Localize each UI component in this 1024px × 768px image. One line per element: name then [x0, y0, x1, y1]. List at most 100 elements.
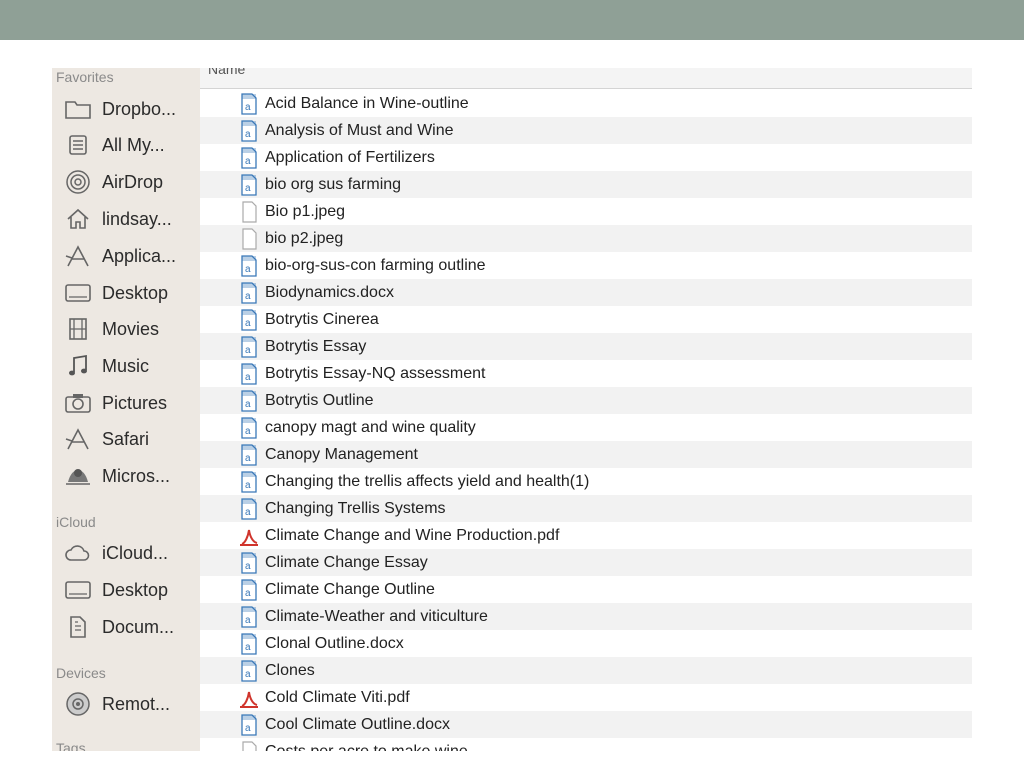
file-row[interactable]: a Botrytis Cinerea [200, 306, 972, 333]
file-row[interactable]: a Botrytis Outline [200, 387, 972, 414]
file-row[interactable]: Cold Climate Viti.pdf [200, 684, 972, 711]
svg-text:a: a [245, 426, 251, 437]
sidebar-item-icloud-0[interactable]: iCloud... [62, 538, 198, 568]
file-name: Biodynamics.docx [265, 283, 394, 301]
svg-text:a: a [245, 345, 251, 356]
document-file-icon: a [238, 605, 260, 628]
sidebar-item-favorites-1[interactable]: All My... [62, 130, 198, 160]
svg-text:a: a [245, 399, 251, 410]
folder-icon [62, 96, 94, 122]
sidebar-item-favorites-7[interactable]: Music [62, 351, 198, 381]
svg-text:a: a [245, 615, 251, 626]
sidebar-item-devices-0[interactable]: Remot... [62, 689, 198, 719]
file-row[interactable]: a Analysis of Must and Wine [200, 117, 972, 144]
file-row[interactable]: a Climate-Weather and viticulture [200, 603, 972, 630]
sidebar-item-label: Pictures [102, 392, 168, 413]
file-row[interactable]: a Canopy Management [200, 441, 972, 468]
microsoft-icon [62, 463, 94, 489]
file-row[interactable]: a Clonal Outline.docx [200, 630, 972, 657]
svg-text:a: a [245, 507, 251, 518]
document-file-icon: a [238, 551, 260, 574]
svg-text:a: a [245, 156, 251, 167]
document-file-icon: a [238, 173, 260, 196]
file-name: Climate-Weather and viticulture [265, 607, 488, 625]
movies-icon [62, 316, 94, 342]
file-row[interactable]: a canopy magt and wine quality [200, 414, 972, 441]
sidebar-item-label: Applica... [102, 245, 177, 266]
file-row[interactable]: a Clones [200, 657, 972, 684]
sidebar-item-favorites-6[interactable]: Movies [62, 314, 198, 344]
airdrop-icon [62, 169, 94, 195]
file-name: Climate Change and Wine Production.pdf [265, 526, 560, 544]
document-file-icon: a [238, 335, 260, 358]
file-name: Botrytis Essay-NQ assessment [265, 364, 486, 382]
document-file-icon: a [238, 308, 260, 331]
file-name: Costs per acre to make wine [265, 742, 468, 752]
file-name: bio p2.jpeg [265, 229, 344, 247]
file-row[interactable]: a Botrytis Essay-NQ assessment [200, 360, 972, 387]
sidebar-section-devices: Devices [56, 665, 106, 681]
file-row[interactable]: a Application of Fertilizers [200, 144, 972, 171]
desktop-icon [62, 577, 94, 603]
finder-window: Favorites Dropbo... All My... AirDrop linds… [52, 68, 972, 751]
sidebar-item-favorites-8[interactable]: Pictures [62, 388, 198, 418]
file-row[interactable]: bio p2.jpeg [200, 225, 972, 252]
sidebar-item-label: Music [102, 355, 150, 376]
document-file-icon: a [238, 713, 260, 736]
file-name: Acid Balance in Wine-outline [265, 94, 469, 112]
file-name: Botrytis Cinerea [265, 310, 379, 328]
file-row[interactable]: a Botrytis Essay [200, 333, 972, 360]
sidebar-item-icloud-2[interactable]: Docum... [62, 612, 198, 642]
image-file-icon [238, 200, 260, 223]
sidebar-item-label: Desktop [102, 579, 169, 600]
top-banner [0, 0, 1024, 40]
column-header[interactable]: Name [200, 68, 972, 89]
file-name: Climate Change Essay [265, 553, 428, 571]
sidebar-item-label: Docum... [102, 616, 175, 637]
sidebar-item-label: AirDrop [102, 171, 164, 192]
sidebar-item-label: Safari [102, 428, 150, 449]
home-icon [62, 206, 94, 232]
applications-icon [62, 243, 94, 269]
file-row[interactable]: a Climate Change Essay [200, 549, 972, 576]
document-file-icon: a [238, 497, 260, 520]
file-row[interactable]: a Biodynamics.docx [200, 279, 972, 306]
file-name: bio org sus farming [265, 175, 402, 193]
file-row[interactable]: a bio-org-sus-con farming outline [200, 252, 972, 279]
file-name: Canopy Management [265, 445, 418, 463]
file-row[interactable]: a bio org sus farming [200, 171, 972, 198]
column-header-name[interactable]: Name [208, 68, 245, 77]
file-row[interactable]: Climate Change and Wine Production.pdf [200, 522, 972, 549]
sidebar-item-favorites-3[interactable]: lindsay... [62, 204, 198, 234]
sidebar-item-favorites-9[interactable]: Safari [62, 424, 198, 454]
safari-icon [62, 426, 94, 452]
sidebar-item-favorites-10[interactable]: Micros... [62, 461, 198, 491]
file-row[interactable]: Costs per acre to make wine [200, 738, 972, 751]
sidebar-item-favorites-5[interactable]: Desktop [62, 278, 198, 308]
file-row[interactable]: a Acid Balance in Wine-outline [200, 90, 972, 117]
document-file-icon: a [238, 92, 260, 115]
file-name: Application of Fertilizers [265, 148, 435, 166]
sidebar-item-icloud-1[interactable]: Desktop [62, 575, 198, 605]
file-row[interactable]: a Changing Trellis Systems [200, 495, 972, 522]
svg-text:a: a [245, 183, 251, 194]
file-row[interactable]: a Cool Climate Outline.docx [200, 711, 972, 738]
pdf-file-icon [238, 687, 260, 709]
sidebar-item-favorites-0[interactable]: Dropbo... [62, 94, 198, 124]
sidebar-item-favorites-2[interactable]: AirDrop [62, 167, 198, 197]
document-file-icon: a [238, 578, 260, 601]
document-file-icon: a [238, 389, 260, 412]
file-row[interactable]: a Changing the trellis affects yield and … [200, 468, 972, 495]
file-row[interactable]: Bio p1.jpeg [200, 198, 972, 225]
sidebar-item-label: Dropbo... [102, 98, 177, 119]
svg-text:a: a [245, 129, 251, 140]
document-file-icon: a [238, 254, 260, 277]
documents-icon [62, 614, 94, 640]
file-list: a Acid Balance in Wine-outline a Analysis o… [200, 90, 972, 751]
sidebar-item-favorites-4[interactable]: Applica... [62, 241, 198, 271]
svg-text:a: a [245, 480, 251, 491]
file-row[interactable]: a Climate Change Outline [200, 576, 972, 603]
file-name: bio-org-sus-con farming outline [265, 256, 486, 274]
sidebar-item-label: All My... [102, 134, 165, 155]
all-my-files-icon [62, 132, 94, 158]
